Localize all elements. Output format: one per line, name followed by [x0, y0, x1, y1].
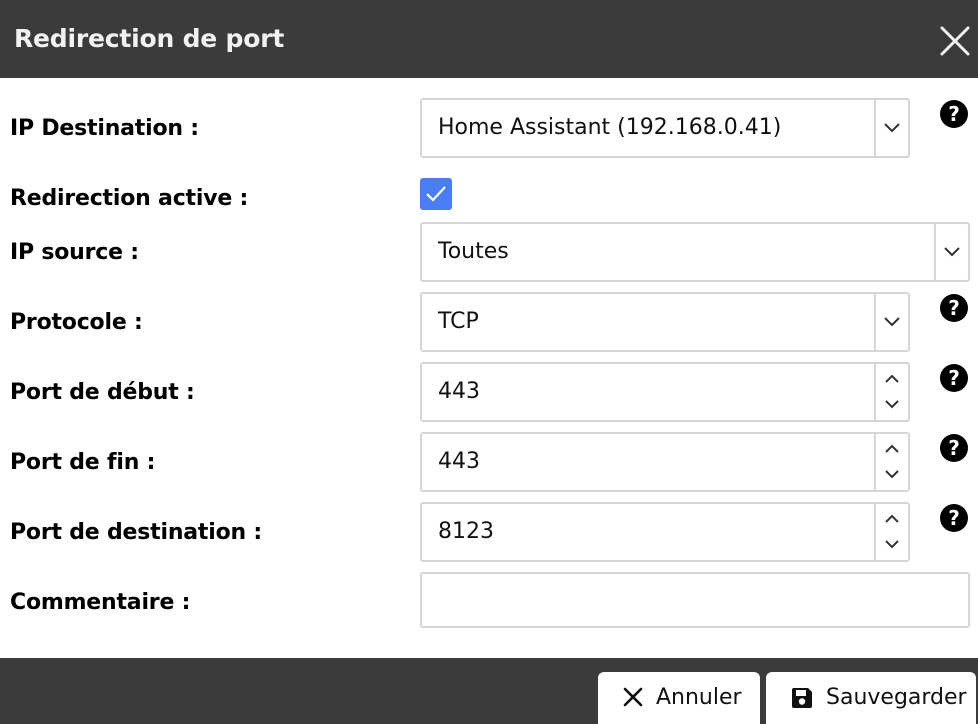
check-icon [426, 186, 446, 202]
port-destination-value: 8123 [438, 519, 494, 544]
commentaire-label: Commentaire : [10, 590, 191, 615]
port-fin-input[interactable]: 443 [420, 432, 910, 492]
help-icon[interactable]: ? [940, 434, 968, 462]
port-debut-input[interactable]: 443 [420, 362, 910, 422]
ip-source-value: Toutes [438, 239, 509, 264]
chevron-down-icon[interactable] [874, 100, 908, 156]
help-icon[interactable]: ? [940, 364, 968, 392]
stepper-arrows-icon[interactable] [883, 504, 901, 560]
chevron-down-icon[interactable] [874, 294, 908, 350]
save-button[interactable]: Sauvegarder [766, 672, 976, 724]
ip-source-select[interactable]: Toutes [420, 222, 970, 282]
protocole-select[interactable]: TCP [420, 292, 910, 352]
stepper-arrows-icon[interactable] [883, 434, 901, 490]
save-label: Sauvegarder [826, 685, 967, 710]
stepper-arrows-icon[interactable] [883, 364, 901, 420]
close-icon[interactable] [936, 22, 974, 60]
ip-destination-label: IP Destination : [10, 116, 199, 141]
redirection-active-checkbox[interactable] [420, 178, 452, 210]
help-icon[interactable]: ? [940, 504, 968, 532]
cancel-button[interactable]: Annuler [598, 672, 760, 724]
commentaire-input[interactable] [420, 572, 970, 628]
port-fin-value: 443 [438, 449, 480, 474]
save-icon [792, 688, 812, 708]
ip-source-label: IP source : [10, 240, 139, 265]
ip-destination-select[interactable]: Home Assistant (192.168.0.41) [420, 98, 910, 158]
redirection-active-label: Redirection active : [10, 186, 249, 211]
port-debut-value: 443 [438, 379, 480, 404]
dialog-header: Redirection de port [0, 0, 978, 78]
protocole-value: TCP [438, 309, 479, 334]
port-destination-input[interactable]: 8123 [420, 502, 910, 562]
number-stepper[interactable] [874, 504, 908, 560]
chevron-down-icon[interactable] [934, 224, 968, 280]
ip-destination-value: Home Assistant (192.168.0.41) [438, 115, 782, 140]
close-icon [623, 687, 643, 707]
port-destination-label: Port de destination : [10, 520, 263, 545]
number-stepper[interactable] [874, 434, 908, 490]
port-fin-label: Port de fin : [10, 450, 156, 475]
port-debut-label: Port de début : [10, 380, 195, 405]
help-icon[interactable]: ? [940, 294, 968, 322]
protocole-label: Protocole : [10, 310, 143, 335]
cancel-label: Annuler [656, 685, 742, 710]
dialog-title: Redirection de port [14, 24, 285, 53]
help-icon[interactable]: ? [940, 100, 968, 128]
number-stepper[interactable] [874, 364, 908, 420]
